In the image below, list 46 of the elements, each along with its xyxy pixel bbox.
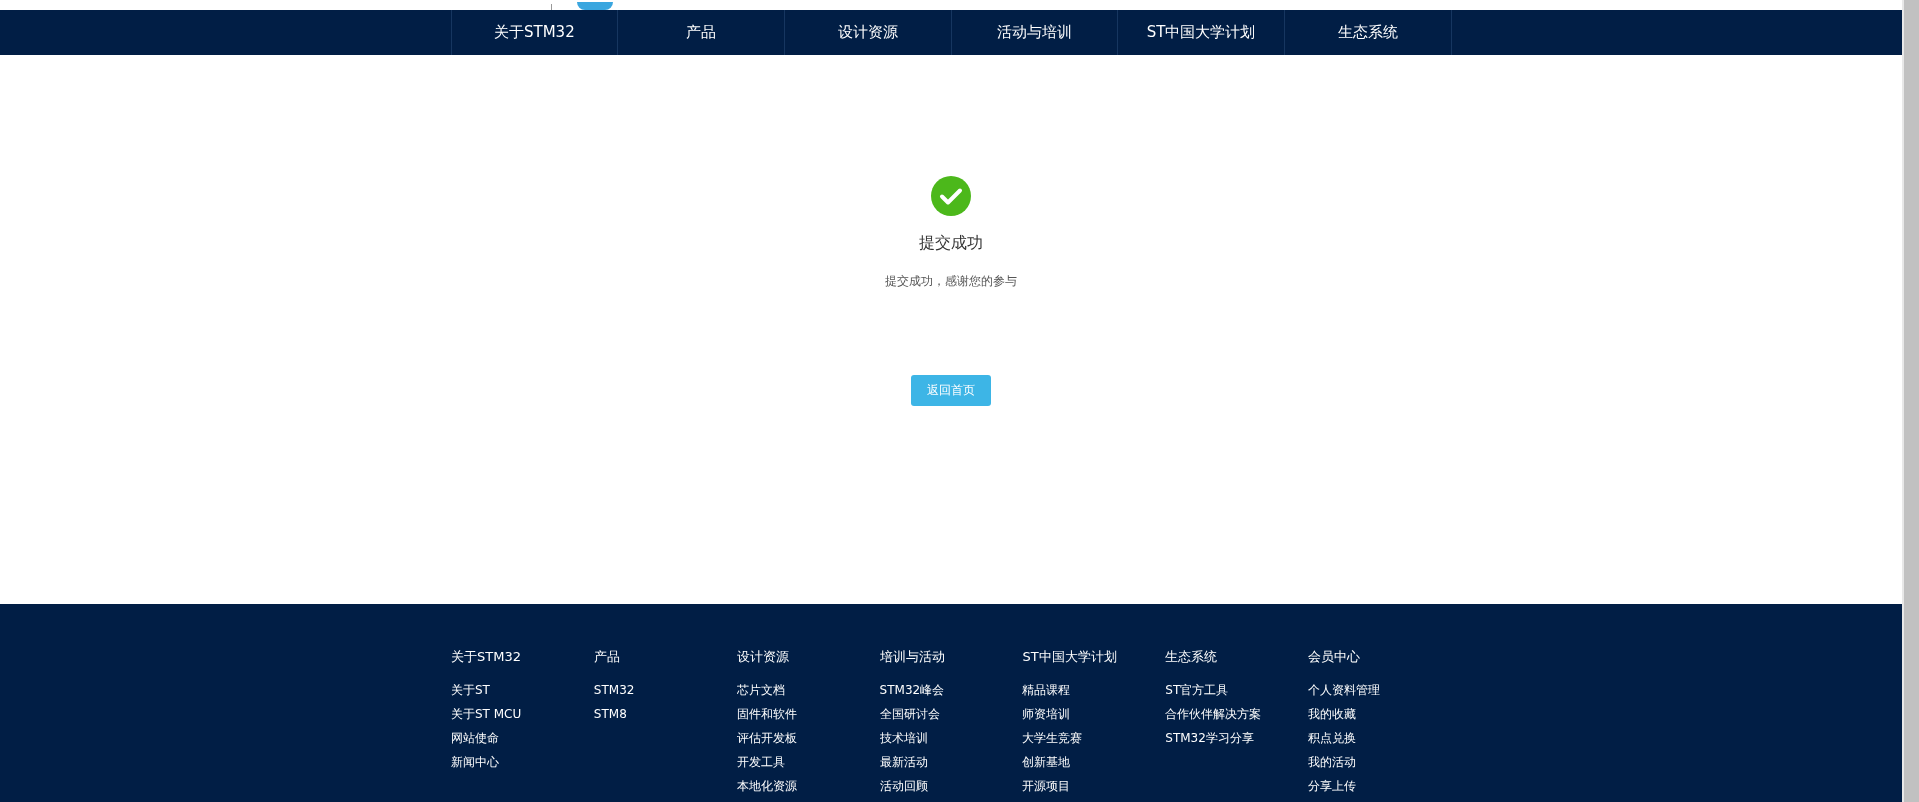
footer-heading: ST中国大学计划: [1022, 648, 1118, 666]
footer-link[interactable]: 关于ST: [451, 682, 594, 706]
footer-link[interactable]: 芯片文档: [736, 682, 880, 706]
footer-link[interactable]: 活动回顾: [879, 778, 1023, 802]
nav-link[interactable]: 生态系统: [1284, 9, 1452, 55]
footer-link[interactable]: 创新基地: [1022, 754, 1166, 778]
footer-heading: 会员中心: [1308, 648, 1362, 666]
footer-link[interactable]: 关于ST MCU: [451, 706, 594, 730]
footer-link[interactable]: ST官方工具: [1165, 682, 1309, 706]
nav-link[interactable]: ST中国大学计划: [1118, 9, 1285, 55]
footer-link[interactable]: 开源项目: [1022, 778, 1166, 802]
footer-link[interactable]: 分享上传: [1308, 778, 1451, 802]
footer-link[interactable]: 本地化资源: [736, 778, 880, 802]
footer-link[interactable]: 开发工具: [736, 754, 880, 778]
footer-link[interactable]: STM32: [593, 682, 737, 706]
footer-link[interactable]: 我的收藏: [1308, 706, 1451, 730]
footer-heading: 设计资源: [736, 648, 790, 666]
result-message: 提交成功，感谢您的参与: [885, 272, 1017, 290]
check-circle-icon: [931, 175, 971, 216]
footer-link[interactable]: 大学生竞赛: [1022, 730, 1166, 754]
result-title: 提交成功: [919, 232, 983, 254]
footer-link[interactable]: STM32学习分享: [1165, 730, 1309, 754]
footer-link[interactable]: 评估开发板: [736, 730, 880, 754]
footer-heading: 关于STM32: [451, 648, 522, 666]
nav-link[interactable]: 关于STM32: [451, 9, 619, 55]
footer-link[interactable]: 全国研讨会: [879, 706, 1023, 730]
footer-heading: 生态系统: [1165, 648, 1219, 666]
footer-link[interactable]: 网站使命: [451, 730, 594, 754]
footer-link[interactable]: 我的活动: [1308, 754, 1451, 778]
footer-link[interactable]: 最新活动: [879, 754, 1023, 778]
footer-link[interactable]: 合作伙伴解决方案: [1165, 706, 1309, 730]
footer-link[interactable]: 积点兑换: [1308, 730, 1451, 754]
footer-heading: 培训与活动: [879, 648, 946, 666]
footer-link[interactable]: 新闻中心: [451, 754, 594, 778]
nav-link[interactable]: 产品: [618, 9, 785, 55]
footer-link[interactable]: 技术培训: [879, 730, 1023, 754]
footer-link[interactable]: 个人资料管理: [1308, 682, 1451, 706]
nav-link[interactable]: 活动与培训: [951, 9, 1119, 55]
footer-link[interactable]: STM8: [593, 706, 737, 730]
footer-link[interactable]: 精品课程: [1022, 682, 1166, 706]
nav-link[interactable]: 设计资源: [784, 9, 952, 55]
footer-link[interactable]: 师资培训: [1022, 706, 1166, 730]
footer-heading: 产品: [593, 648, 621, 666]
footer-link[interactable]: STM32峰会: [879, 682, 1023, 706]
footer-link[interactable]: 固件和软件: [736, 706, 880, 730]
scrollbar[interactable]: [1902, 0, 1919, 802]
